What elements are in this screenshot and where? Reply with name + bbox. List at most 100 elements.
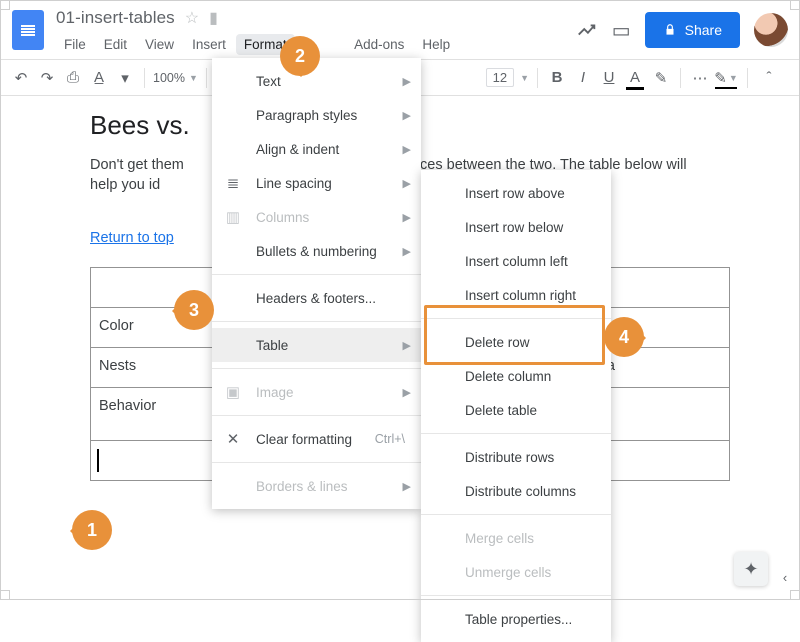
- table-menu-item-distribute-rows[interactable]: Distribute rows: [421, 440, 611, 474]
- share-button[interactable]: Share: [645, 12, 740, 48]
- undo-icon[interactable]: ↶: [10, 67, 32, 89]
- submenu-arrow-icon: ▶: [403, 211, 411, 224]
- menu-item-label: Bullets & numbering: [256, 244, 377, 259]
- annotation-3: 3: [174, 290, 214, 330]
- menu-item-label: Insert column left: [465, 254, 568, 269]
- menu-item-label: Line spacing: [256, 176, 332, 191]
- format-menu-item-bullets-numbering[interactable]: Bullets & numbering ▶: [212, 234, 421, 268]
- return-to-top-link[interactable]: Return to top: [90, 230, 174, 246]
- format-menu-item-table[interactable]: Table ▶: [212, 328, 421, 362]
- star-icon[interactable]: ☆: [185, 8, 199, 28]
- submenu-arrow-icon: ▶: [403, 75, 411, 88]
- table-menu-item-insert-column-left[interactable]: Insert column left: [421, 244, 611, 278]
- menu-item-label: Table: [256, 338, 288, 353]
- annotation-2: 2: [280, 36, 320, 76]
- menu-item-label: Headers & footers...: [256, 291, 376, 306]
- table-menu-item-merge-cells: Merge cells: [421, 521, 611, 555]
- table-menu-item-delete-row[interactable]: Delete row: [421, 325, 611, 359]
- underline-button[interactable]: U: [598, 67, 620, 89]
- table-menu-item-insert-column-right[interactable]: Insert column right: [421, 278, 611, 312]
- share-label: Share: [685, 22, 722, 38]
- format-menu-item-image: ▣ Image ▶: [212, 375, 421, 409]
- table-menu-item-insert-row-above[interactable]: Insert row above: [421, 176, 611, 210]
- format-menu-item-line-spacing[interactable]: ≣ Line spacing ▶: [212, 166, 421, 200]
- editing-mode-button[interactable]: ✎▼: [715, 67, 737, 89]
- menu-item-label: Merge cells: [465, 531, 534, 546]
- menu-help[interactable]: Help: [414, 34, 458, 55]
- format-menu-item-clear-formatting[interactable]: ✕ Clear formatting Ctrl+\: [212, 422, 421, 456]
- menu-insert[interactable]: Insert: [184, 34, 234, 55]
- collapse-toolbar-icon[interactable]: ˆ: [758, 67, 780, 89]
- menu-item-label: Table properties...: [465, 612, 572, 627]
- annotation-1: 1: [72, 510, 112, 550]
- submenu-arrow-icon: ▶: [403, 386, 411, 399]
- docs-logo[interactable]: [12, 10, 44, 50]
- avatar[interactable]: [754, 13, 788, 47]
- text-cursor: [97, 449, 99, 472]
- table-menu-item-delete-table[interactable]: Delete table: [421, 393, 611, 427]
- table-submenu[interactable]: Insert row above Insert row below Insert c…: [421, 170, 611, 642]
- table-menu-item-distribute-columns[interactable]: Distribute columns: [421, 474, 611, 508]
- explore-button[interactable]: ✦: [734, 552, 768, 586]
- spellcheck-icon[interactable]: A̲: [88, 67, 110, 89]
- format-menu-item-paragraph-styles[interactable]: Paragraph styles ▶: [212, 98, 421, 132]
- menu-file[interactable]: File: [56, 34, 94, 55]
- menu-item-icon: ✕: [224, 430, 242, 448]
- menu-addons[interactable]: Add-ons: [346, 34, 412, 55]
- menu-item-label: Unmerge cells: [465, 565, 551, 580]
- format-menu-item-headers-footers[interactable]: Headers & footers...: [212, 281, 421, 315]
- annotation-4: 4: [604, 317, 644, 357]
- menu-item-label: Image: [256, 385, 294, 400]
- zoom-select[interactable]: 100%▼: [153, 71, 198, 85]
- menu-item-label: Clear formatting: [256, 432, 352, 447]
- menu-item-label: Delete column: [465, 369, 551, 384]
- submenu-arrow-icon: ▶: [403, 177, 411, 190]
- menu-item-label: Text: [256, 74, 281, 89]
- italic-button[interactable]: I: [572, 67, 594, 89]
- menu-item-icon: ≣: [224, 174, 242, 192]
- submenu-arrow-icon: ▶: [403, 143, 411, 156]
- format-menu-item-columns: ▥ Columns ▶: [212, 200, 421, 234]
- menubar: File Edit View Insert Format Tools Add-o…: [56, 34, 458, 55]
- menu-item-label: Insert row below: [465, 220, 563, 235]
- scroll-left-icon[interactable]: ‹: [776, 568, 794, 586]
- folder-icon[interactable]: ▮: [209, 8, 218, 28]
- paint-format-icon[interactable]: ▾: [114, 67, 136, 89]
- submenu-arrow-icon: ▶: [403, 245, 411, 258]
- menu-item-icon: ▥: [224, 208, 242, 226]
- menu-item-label: Distribute rows: [465, 450, 554, 465]
- table-menu-item-delete-column[interactable]: Delete column: [421, 359, 611, 393]
- submenu-arrow-icon: ▶: [403, 339, 411, 352]
- submenu-arrow-icon: ▶: [403, 109, 411, 122]
- highlight-button[interactable]: ✎: [650, 67, 672, 89]
- menu-item-label: Align & indent: [256, 142, 339, 157]
- menu-item-label: Columns: [256, 210, 309, 225]
- menu-item-icon: ▣: [224, 383, 242, 401]
- format-menu-item-text[interactable]: Text ▶: [212, 64, 421, 98]
- format-menu[interactable]: Text ▶ Paragraph styles ▶ Align & indent ▶ ≣ Li…: [212, 58, 421, 509]
- menu-view[interactable]: View: [137, 34, 182, 55]
- submenu-arrow-icon: ▶: [403, 480, 411, 493]
- menu-item-label: Delete table: [465, 403, 537, 418]
- format-menu-item-align-indent[interactable]: Align & indent ▶: [212, 132, 421, 166]
- comments-icon[interactable]: ▭: [612, 18, 631, 43]
- format-menu-item-borders-lines: Borders & lines ▶: [212, 469, 421, 503]
- text-color-button[interactable]: A: [624, 67, 646, 89]
- menu-item-label: Insert row above: [465, 186, 565, 201]
- more-toolbar-icon[interactable]: ⋯: [689, 67, 711, 89]
- activity-icon[interactable]: [576, 19, 598, 41]
- menu-item-label: Distribute columns: [465, 484, 576, 499]
- title-and-menubar: 01-insert-tables ☆ ▮ File Edit View Inse…: [0, 0, 800, 60]
- redo-icon[interactable]: ↷: [36, 67, 58, 89]
- bold-button[interactable]: B: [546, 67, 568, 89]
- menu-shortcut: Ctrl+\: [375, 432, 405, 446]
- menu-item-label: Paragraph styles: [256, 108, 357, 123]
- table-menu-item-table-properties[interactable]: Table properties...: [421, 602, 611, 636]
- table-menu-item-insert-row-below[interactable]: Insert row below: [421, 210, 611, 244]
- document-title[interactable]: 01-insert-tables: [56, 8, 175, 28]
- print-icon[interactable]: ⎙: [62, 67, 84, 89]
- table-menu-item-unmerge-cells: Unmerge cells: [421, 555, 611, 589]
- font-size-field[interactable]: 12▼: [486, 68, 529, 87]
- menu-edit[interactable]: Edit: [96, 34, 135, 55]
- menu-item-label: Borders & lines: [256, 479, 348, 494]
